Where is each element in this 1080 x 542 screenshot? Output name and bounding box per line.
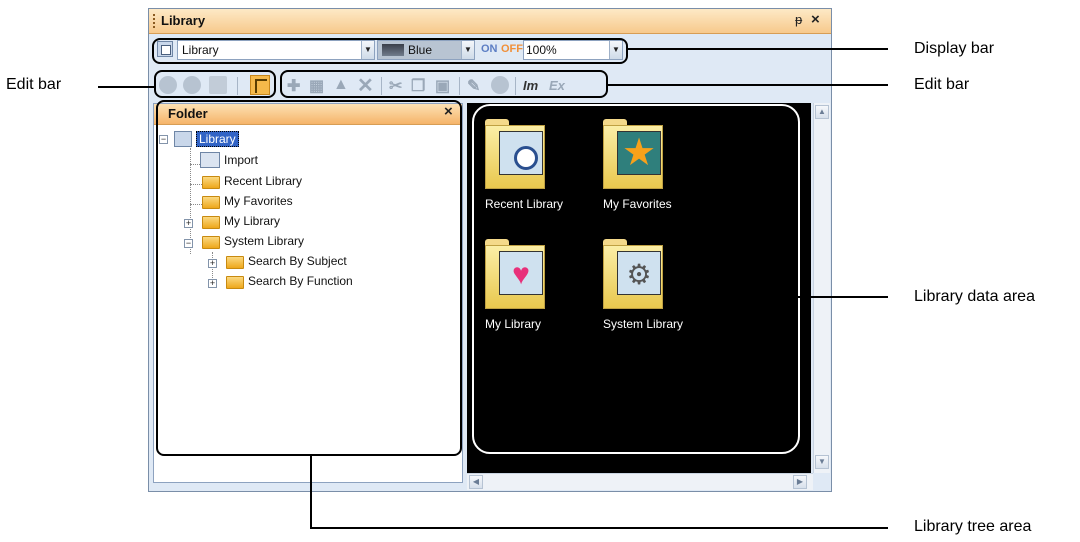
annotation-library-data-area: Library data area [914,288,1035,305]
scroll-down-button[interactable]: ▼ [815,455,829,469]
leader-line [626,48,888,50]
vertical-scrollbar[interactable]: ▲ ▼ [813,103,830,473]
leader-line [606,84,888,86]
annotation-edit-bar-left: Edit bar [6,76,62,93]
horizontal-scrollbar[interactable]: ◀ ▶ [467,473,813,490]
leader-line [310,456,312,529]
window-title: Library [161,13,206,28]
callout-library-tree-area [156,100,462,456]
grip-handle[interactable] [153,14,157,28]
callout-library-data-area [472,104,800,454]
scroll-up-button[interactable]: ▲ [815,105,829,119]
callout-edit-bar-left [154,70,276,98]
annotation-edit-bar-right: Edit bar [914,76,970,93]
scroll-right-button[interactable]: ▶ [793,475,807,489]
title-bar: Library ᵽ × [149,9,831,34]
callout-display-bar [152,38,628,64]
annotation-library-tree-area: Library tree area [914,518,1032,535]
close-icon[interactable]: × [811,11,820,28]
callout-edit-bar-right [280,70,608,98]
pin-icon[interactable]: ᵽ [795,12,802,27]
annotation-display-bar: Display bar [914,40,995,57]
leader-line [98,86,154,88]
leader-line [798,296,888,298]
leader-line [310,527,888,529]
scroll-left-button[interactable]: ◀ [469,475,483,489]
